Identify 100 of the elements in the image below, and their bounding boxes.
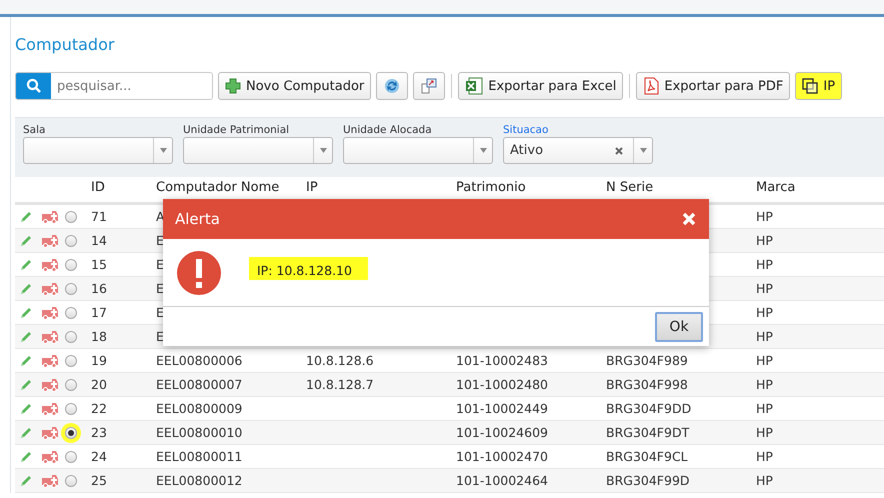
table-cell: HP [756, 329, 773, 344]
radio-button[interactable] [65, 450, 77, 462]
pencil-icon[interactable] [19, 234, 33, 248]
radio-button[interactable] [65, 474, 77, 486]
page-title: Computador [15, 35, 116, 54]
select-field[interactable] [23, 137, 173, 164]
refresh-icon [383, 77, 402, 95]
table-cell: 101-10002464 [456, 473, 548, 488]
column-header[interactable]: ID [91, 180, 105, 195]
radio-button[interactable] [65, 378, 77, 390]
table-cell: 17 [91, 305, 107, 320]
table-cell: 15 [91, 257, 107, 272]
pencil-icon[interactable] [19, 426, 33, 440]
radio-button[interactable] [65, 210, 77, 222]
table-cell: E [156, 305, 164, 320]
pencil-icon[interactable] [19, 450, 33, 464]
ambulance-icon[interactable] [41, 450, 59, 464]
table-cell: HP [756, 233, 773, 248]
add-button[interactable]: Novo Computador [218, 72, 372, 100]
table-cell: 22 [91, 401, 107, 416]
pencil-icon[interactable] [19, 354, 33, 368]
refresh-button[interactable] [376, 72, 408, 100]
column-header[interactable]: Marca [756, 180, 796, 195]
ambulance-icon[interactable] [41, 330, 59, 344]
table-cell: EEL00800007 [156, 377, 242, 392]
close-icon[interactable] [681, 211, 697, 227]
table-cell: HP [756, 353, 773, 368]
pencil-icon[interactable] [19, 282, 33, 296]
table-cell: BRG304F9DT [606, 425, 690, 440]
table-cell: 10.8.128.6 [306, 353, 374, 368]
radio-button[interactable] [65, 354, 77, 366]
select-field[interactable] [343, 137, 493, 164]
radio-button[interactable] [65, 402, 77, 414]
column-header[interactable]: Computador Nome [156, 180, 280, 195]
table-cell: E [156, 233, 164, 248]
table-cell: 10.8.128.7 [306, 377, 374, 392]
alert-message: IP: 10.8.128.10 [249, 257, 368, 280]
pdf-button[interactable]: Exportar para PDF [636, 72, 790, 100]
filter-label: Unidade Alocada [343, 124, 433, 136]
table-cell: EEL00800006 [156, 353, 242, 368]
ambulance-icon[interactable] [41, 282, 59, 296]
table-cell: 71 [91, 209, 107, 224]
table-cell: 23 [91, 425, 107, 440]
radio-button[interactable] [65, 282, 77, 294]
pencil-icon[interactable] [19, 330, 33, 344]
dropdown-caret-icon [480, 148, 486, 153]
ambulance-icon[interactable] [41, 234, 59, 248]
export-icon [420, 77, 438, 95]
ambulance-icon[interactable] [41, 378, 59, 392]
ambulance-icon[interactable] [41, 306, 59, 320]
table-cell: 25 [91, 473, 107, 488]
radio-button[interactable] [65, 234, 77, 246]
table-cell: 16 [91, 281, 107, 296]
table-cell: 101-10024609 [456, 425, 548, 440]
table-cell: HP [756, 377, 773, 392]
pencil-icon[interactable] [19, 210, 33, 224]
select-field[interactable] [183, 137, 333, 164]
ok-button[interactable]: Ok [655, 312, 703, 342]
table-cell: BRG304F99D [606, 473, 690, 488]
table-cell: E [156, 329, 164, 344]
ambulance-icon[interactable] [41, 258, 59, 272]
ambulance-icon[interactable] [41, 426, 59, 440]
table-cell: 19 [91, 353, 107, 368]
search-field[interactable]: pesquisar... [15, 72, 213, 100]
table-cell: 18 [91, 329, 107, 344]
column-header[interactable]: IP [306, 180, 318, 195]
table-cell: 24 [91, 449, 107, 464]
select-field[interactable]: Ativo [503, 137, 653, 164]
pdf-icon [643, 77, 660, 95]
table-cell: HP [756, 473, 773, 488]
column-header[interactable]: N Serie [606, 180, 654, 195]
column-header[interactable]: Patrimonio [456, 180, 526, 195]
radio-button[interactable] [65, 258, 77, 270]
search-icon[interactable] [26, 78, 42, 94]
ambulance-icon[interactable] [41, 210, 59, 224]
filter-label: Situacao [503, 124, 550, 136]
pencil-icon[interactable] [19, 402, 33, 416]
ambulance-icon[interactable] [41, 402, 59, 416]
table-cell: 101-10002483 [456, 353, 548, 368]
error-icon [177, 251, 221, 295]
ambulance-icon[interactable] [41, 474, 59, 488]
pencil-icon[interactable] [19, 474, 33, 488]
pencil-icon[interactable] [19, 378, 33, 392]
table-cell: HP [756, 401, 773, 416]
copy-icon [802, 78, 818, 94]
excel-button[interactable]: Exportar para Excel [458, 72, 624, 100]
ambulance-icon[interactable] [41, 354, 59, 368]
radio-button[interactable] [65, 330, 77, 342]
table-cell: HP [756, 425, 773, 440]
radio-button[interactable] [65, 306, 77, 318]
export-button[interactable] [413, 72, 446, 100]
table-cell: HP [756, 449, 773, 464]
copy-button[interactable]: IP [795, 72, 842, 100]
pencil-icon[interactable] [19, 306, 33, 320]
plus-icon [225, 78, 241, 94]
table-cell: 20 [91, 377, 107, 392]
table-cell: BRG304F989 [606, 353, 688, 368]
pencil-icon[interactable] [19, 258, 33, 272]
table-cell: EEL00800010 [156, 425, 242, 440]
filter-label: Unidade Patrimonial [183, 124, 290, 136]
